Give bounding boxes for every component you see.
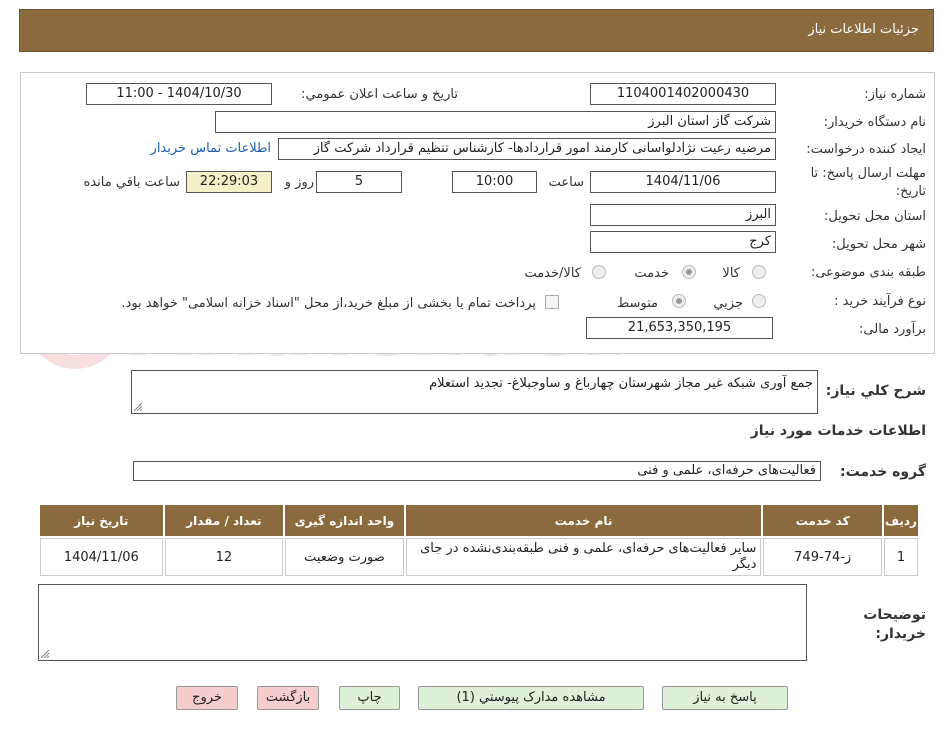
col-row-number: رديف (883, 505, 918, 536)
exit-button[interactable]: خروج (176, 686, 238, 710)
cell-service-name: ساير فعاليت‌هاى حرفه‌اى، علمى و فنى طبقه… (405, 538, 762, 576)
creator-field[interactable]: مرضیه رعیت نژادلواسانی کارمند امور قرارد… (278, 138, 776, 160)
col-need-date: تاريخ نياز (40, 505, 163, 536)
print-button[interactable]: چاپ (339, 686, 400, 710)
col-unit: واحد اندازه گيری (285, 505, 404, 536)
need-number-field[interactable]: 1104001402000430 (590, 83, 776, 105)
budget-field[interactable]: 21,653,350,195 (586, 317, 773, 339)
page-header: جزئیات اطلاعات نیاز (19, 9, 934, 52)
category-goods-label: کالا (722, 266, 740, 281)
announce-label: تاریخ و ساعت اعلان عمومي: (301, 87, 458, 102)
service-group-field[interactable]: فعاليت‌هاى حرفه‌اى، علمى و فنى (133, 461, 821, 481)
col-service-code: کد خدمت (763, 505, 882, 536)
deadline-time-field[interactable]: 10:00 (452, 171, 537, 193)
table-row: 1 ز-74-749 ساير فعاليت‌هاى حرفه‌اى، علمى… (40, 538, 918, 576)
buyer-org-label: نام دستگاه خريدار: (823, 115, 926, 130)
cell-row-number: 1 (883, 538, 918, 576)
back-button[interactable]: بازگشت (257, 686, 319, 710)
province-field[interactable]: البرز (590, 204, 776, 226)
process-minor-radio[interactable] (752, 294, 766, 308)
category-both-label: کالا/خدمت (524, 266, 581, 281)
cell-quantity: 12 (164, 538, 284, 576)
deadline-date-field[interactable]: 1404/11/06 (590, 171, 776, 193)
process-medium-radio[interactable] (672, 294, 686, 308)
city-label: شهر محل تحويل: (831, 237, 926, 252)
category-goods-radio[interactable] (752, 265, 766, 279)
treasury-payment-checkbox[interactable] (545, 295, 559, 309)
cell-service-code: ز-74-749 (763, 538, 882, 576)
buyer-contact-link[interactable]: اطلاعات تماس خريدار (151, 141, 271, 156)
service-group-label: گروه خدمت: (840, 464, 926, 480)
resize-grip-icon[interactable] (41, 650, 49, 658)
process-label: نوع فرآيند خريد : (834, 294, 926, 309)
budget-label: برآورد مالی: (859, 322, 926, 337)
notes-label: توضيحات خريدار: (863, 607, 926, 642)
process-medium-label: متوسط (617, 296, 658, 311)
notes-textarea[interactable] (38, 584, 807, 661)
summary-text: جمع آوری شبکه غیر مجاز شهرستان چهارباغ و… (429, 376, 813, 391)
services-section-title: اطلاعات خدمات مورد نياز (750, 423, 926, 439)
announce-field[interactable]: 1404/10/30 - 11:00 (86, 83, 272, 105)
view-attachments-button[interactable]: مشاهده مدارک پيوستي (1) (418, 686, 644, 710)
cell-unit: صورت وضعيت (285, 538, 404, 576)
province-label: استان محل تحويل: (824, 209, 926, 224)
remaining-label: ساعت باقي مانده (83, 175, 180, 190)
services-table: رديف کد خدمت نام خدمت واحد اندازه گيری ت… (38, 503, 920, 578)
need-number-label: شماره نیاز: (864, 87, 926, 102)
category-label: طبقه بندی موضوعی: (810, 265, 926, 280)
buyer-org-field[interactable]: شرکت گاز استان البرز (215, 111, 776, 133)
table-header-row: رديف کد خدمت نام خدمت واحد اندازه گيری ت… (40, 505, 918, 536)
col-service-name: نام خدمت (405, 505, 762, 536)
col-quantity: تعداد / مقدار (164, 505, 284, 536)
process-minor-label: جزيي (713, 296, 743, 311)
remaining-time-field: 22:29:03 (186, 171, 272, 193)
resize-grip-icon[interactable] (134, 403, 142, 411)
reply-button[interactable]: پاسخ به نياز (662, 686, 788, 710)
deadline-label: مهلت ارسال پاسخ: تا تاريخ: (810, 166, 926, 199)
category-service-radio[interactable] (682, 265, 696, 279)
category-service-label: خدمت (634, 266, 669, 281)
summary-textarea[interactable]: جمع آوری شبکه غیر مجاز شهرستان چهارباغ و… (131, 370, 818, 414)
page-title: جزئیات اطلاعات نیاز (808, 22, 919, 37)
days-label: روز و (284, 175, 314, 190)
category-both-radio[interactable] (592, 265, 606, 279)
city-field[interactable]: کرج (590, 231, 776, 253)
payment-note: پرداخت تمام يا بخشی از مبلغ خريد،از محل … (121, 296, 536, 311)
creator-label: ايجاد کننده درخواست: (806, 142, 926, 157)
cell-need-date: 1404/11/06 (40, 538, 163, 576)
deadline-time-label: ساعت (548, 175, 584, 190)
summary-label: شرح کلي نياز: (825, 383, 926, 399)
days-field[interactable]: 5 (316, 171, 402, 193)
